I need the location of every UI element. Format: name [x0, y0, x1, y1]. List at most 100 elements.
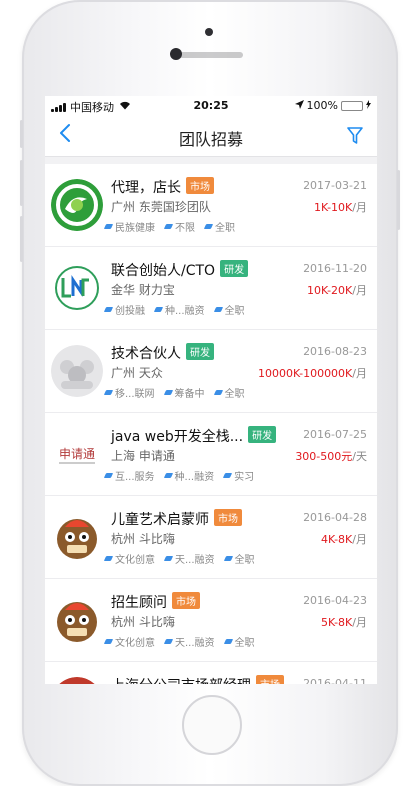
tag-icon — [103, 556, 114, 561]
job-title: 技术合伙人 研发 — [111, 343, 214, 363]
tag-icon — [103, 307, 114, 312]
job-label: 筹备中 — [163, 385, 205, 400]
filter-icon[interactable] — [347, 127, 363, 149]
job-label: 民族健康 — [103, 219, 155, 234]
battery-percent: 100% — [306, 99, 338, 112]
company-logo — [51, 594, 103, 646]
company-logo — [51, 345, 103, 397]
category-badge: 市场 — [172, 592, 200, 609]
tag-icon — [103, 224, 114, 229]
salary-unit: /月 — [352, 284, 367, 297]
job-label: 全职 — [213, 385, 245, 400]
tag-icon — [103, 390, 114, 395]
job-title: 上海分公司市场部经理市场 — [111, 675, 284, 684]
job-labels: 互...服务 种...融资 实习 — [103, 468, 254, 483]
tag-icon — [103, 639, 114, 644]
job-label-text: 天...融资 — [175, 555, 215, 566]
post-date: 2016-11-20 — [303, 262, 367, 275]
job-label: 天...融资 — [163, 551, 215, 566]
job-title: 儿童艺术启蒙师 市场 — [111, 509, 242, 529]
app-screen: 中国移动 20:25 100% 团队招募 代理，店长 市场 广州 东莞国珍团队 201… — [45, 96, 377, 684]
job-list-item[interactable]: 技术合伙人 研发广州 天众 2016-08-23 10000K-100000K/月移.… — [45, 330, 377, 413]
post-date: 2017-03-21 — [303, 179, 367, 192]
salary: 10000K-100000K/月 — [258, 365, 367, 381]
job-list-item[interactable]: 招生顾问 市场 杭州 斗比嗨 2016-04-23 5K-8K/月 文化创意 天...融资 全… — [45, 579, 377, 662]
job-label-text: 文化创意 — [115, 638, 155, 649]
job-list-item[interactable]: 代理，店长 市场广州 东莞国珍团队 2017-03-21 1K-10K/月民族健康 不限… — [45, 164, 377, 247]
job-label-text: 创投融 — [115, 306, 145, 317]
salary-unit: /月 — [352, 367, 367, 380]
job-label-text: 全职 — [234, 638, 255, 649]
job-list: 代理，店长 市场 广州 东莞国珍团队 2017-03-21 1K-10K/月 民族健康 不限… — [45, 164, 377, 684]
salary: 5K-8K/月 — [321, 614, 367, 630]
salary-value: 4K-8K — [321, 533, 353, 546]
company-name: 杭州 斗比嗨 — [111, 532, 175, 546]
job-label-text: 筹备中 — [174, 389, 205, 400]
volume-button — [20, 216, 23, 262]
salary: 1K-10K/月 — [314, 199, 367, 215]
speaker-grille — [179, 52, 243, 58]
home-button[interactable] — [182, 695, 242, 755]
job-list-item[interactable]: 儿童艺术启蒙师 市场 杭州 斗比嗨 2016-04-28 4K-8K/月 文化创意 天...… — [45, 496, 377, 579]
company-logo: 申请通 — [51, 428, 103, 480]
tag-icon — [213, 307, 223, 312]
job-list-item[interactable]: 联合创始人/CTO 研发 金华 财力宝 2016-11-20 10K-20K/月 创投融 种… — [45, 247, 377, 330]
salary: 300-500元/天 — [295, 448, 367, 464]
tag-icon — [163, 556, 174, 561]
svg-text:申请通: 申请通 — [59, 447, 95, 461]
charging-icon — [366, 99, 371, 112]
volume-button — [20, 120, 23, 148]
sensor-dot — [205, 28, 213, 36]
post-date: 2016-04-11 — [303, 677, 367, 684]
job-list-item[interactable]: 上海分公司市场部经理市场 2016-04-11 — [45, 662, 377, 684]
job-label-text: 天...融资 — [175, 638, 215, 649]
job-title-text: 代理，店长 — [111, 180, 181, 196]
category-badge: 研发 — [186, 343, 214, 360]
page-title: 团队招募 — [178, 130, 243, 149]
tag-icon — [163, 390, 173, 395]
company-logo — [51, 677, 103, 684]
job-label: 实习 — [222, 468, 254, 483]
tag-icon — [103, 473, 114, 478]
job-label-text: 全职 — [224, 306, 245, 317]
job-label: 全职 — [223, 634, 255, 649]
salary: 10K-20K/月 — [307, 282, 367, 298]
company-name: 上海 申请通 — [111, 449, 175, 463]
job-label: 种...融资 — [163, 468, 214, 483]
company-logo — [51, 511, 103, 563]
salary-unit: /月 — [352, 616, 367, 629]
power-button — [397, 170, 400, 230]
job-label: 文化创意 — [103, 551, 155, 566]
salary-unit: /月 — [352, 201, 367, 214]
job-labels: 文化创意 天...融资 全职 — [103, 551, 255, 566]
salary-value: 10K-20K — [307, 284, 353, 297]
post-date: 2016-08-23 — [303, 345, 367, 358]
company-name: 杭州 斗比嗨 — [111, 615, 175, 629]
post-date: 2016-04-28 — [303, 511, 367, 524]
location-icon — [294, 99, 304, 112]
job-label-text: 全职 — [224, 389, 245, 400]
tag-icon — [223, 556, 233, 561]
tag-icon — [213, 390, 223, 395]
post-date: 2016-04-23 — [303, 594, 367, 607]
category-badge: 市场 — [256, 675, 284, 684]
job-title-text: 上海分公司市场部经理 — [111, 678, 251, 684]
job-title-text: 儿童艺术启蒙师 — [111, 512, 209, 528]
salary-value: 10000K-100000K — [258, 367, 353, 380]
tag-icon — [222, 473, 233, 478]
tag-icon — [163, 473, 173, 478]
company-name: 广州 东莞国珍团队 — [111, 200, 211, 214]
job-label: 不限 — [163, 219, 195, 234]
job-label-text: 全职 — [234, 555, 255, 566]
job-label-text: 民族健康 — [115, 223, 155, 234]
job-label: 创投融 — [103, 302, 145, 317]
job-labels: 民族健康 不限 全职 — [103, 219, 235, 234]
job-title: 代理，店长 市场 — [111, 177, 214, 197]
job-label-text: 移...联网 — [115, 389, 155, 400]
job-list-item[interactable]: 申请通 java web开发全栈... 研发 上海 申请通 2016-07-25 300-… — [45, 413, 377, 496]
job-labels: 创投融 种...融资 全职 — [103, 302, 245, 317]
salary-value: 300-500元 — [295, 450, 353, 463]
company-name: 广州 天众 — [111, 366, 163, 380]
salary-value: 1K-10K — [314, 201, 353, 214]
job-title-text: 联合创始人/CTO — [111, 263, 216, 279]
